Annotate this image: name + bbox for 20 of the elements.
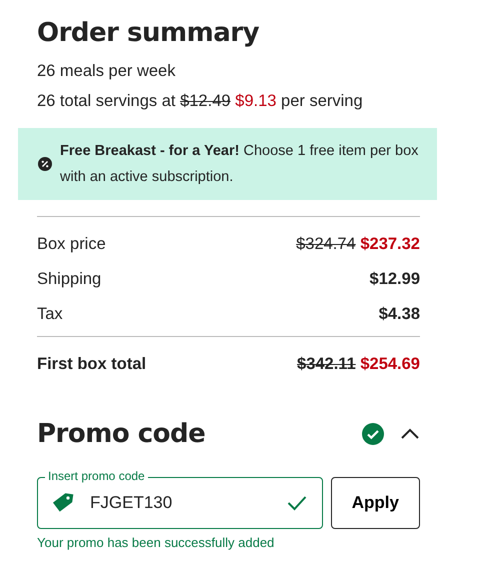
servings-text: 26 total servings at $12.49 $9.13 per serving [37, 91, 364, 112]
price-label: Shipping [37, 269, 102, 290]
price-value: $12.99 [370, 269, 420, 290]
tag-icon [52, 492, 74, 514]
promo-title: Promo code [37, 418, 206, 451]
price-value: $4.38 [378, 304, 420, 326]
percent-icon [38, 157, 52, 171]
success-message: Your promo has been successfully added [37, 534, 276, 552]
price-label: First box total [37, 354, 146, 375]
price-value: $342.11 $254.69 [297, 354, 420, 375]
meals-text: 26 meals per week [37, 61, 176, 82]
price-label: Box price [37, 234, 106, 256]
price-value: $324.74 $237.32 [296, 234, 420, 256]
field-label: Insert promo code [45, 468, 148, 484]
price-label: Tax [37, 304, 63, 326]
apply-button[interactable]: Apply [330, 477, 420, 529]
check-circle-icon [362, 423, 384, 445]
promo-banner-text: Free Breakast - for a Year! Choose 1 free item per box with an active subscription. [60, 142, 419, 187]
page-title: Order summary [37, 17, 260, 50]
check-icon [286, 495, 307, 511]
